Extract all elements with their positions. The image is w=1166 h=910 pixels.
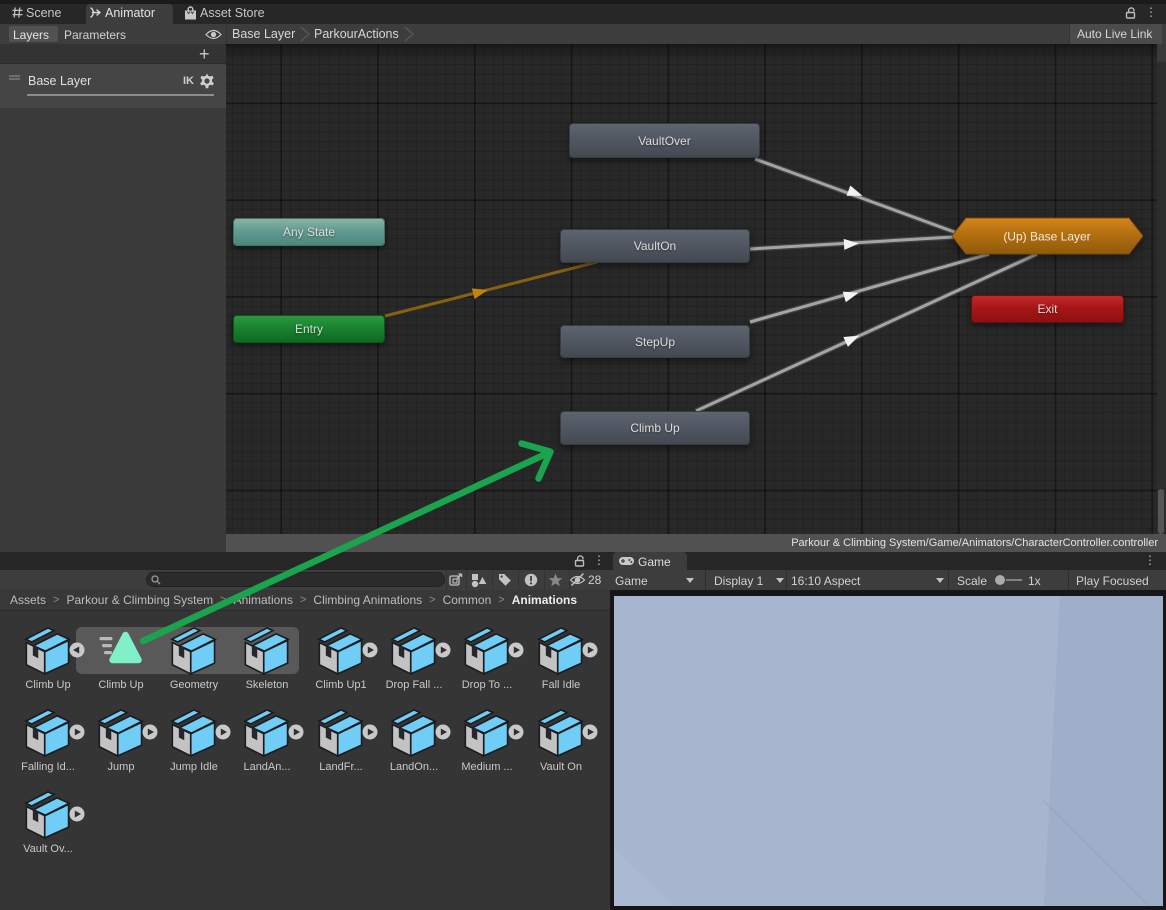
svg-text:(Up) Base Layer: (Up) Base Layer	[1003, 230, 1090, 244]
